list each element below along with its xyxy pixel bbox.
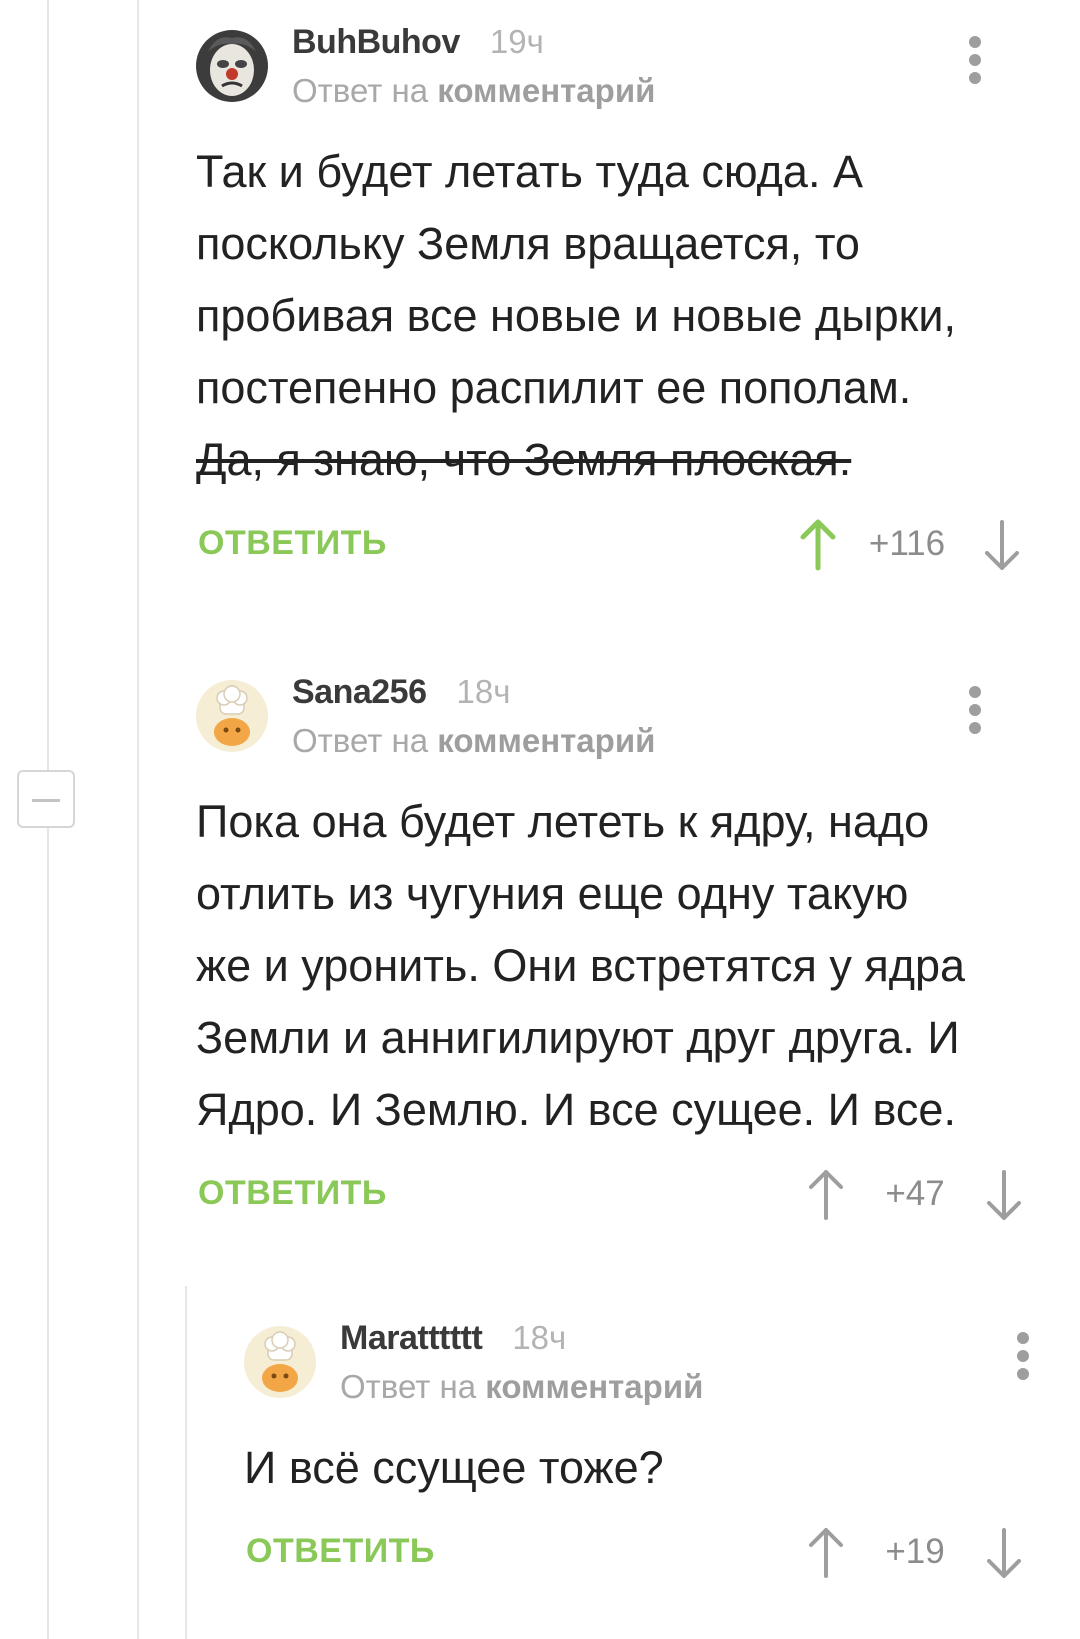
kebab-menu-icon[interactable] [1016,1332,1030,1380]
vote-score: +47 [885,1174,945,1213]
comment-body: И всё ссущее тоже? [244,1432,1044,1504]
username[interactable]: BuhBuhov 19ч [292,20,544,64]
strikethrough-line: Да, я знаю, что Земля плоская. [196,434,852,485]
comment-header: Sana256 18ч Ответ на комментарий [196,670,1044,759]
upvote-arrow-icon[interactable] [806,1168,846,1222]
upvote-arrow-icon[interactable] [798,518,838,572]
downvote-arrow-icon[interactable] [982,518,1022,572]
chef-avatar-icon[interactable] [244,1326,316,1398]
comment-line: Ядро. И Землю. И все сущее. И все. [196,1084,956,1135]
vote-controls: +19 [809,1522,1044,1586]
downvote-arrow-icon[interactable] [984,1526,1024,1580]
comment-line: отлить из чугуния еще одну такую [196,868,909,919]
clown-avatar-icon[interactable] [196,30,268,102]
timestamp: 19ч [489,23,544,60]
comment-sana256: Sana256 18ч Ответ на комментарий Пока она… [196,670,1044,1228]
comment-actions: ОТВЕТИТЬ +19 [244,1522,1044,1586]
vote-score: +19 [885,1532,945,1571]
vote-controls: +47 [809,1164,1044,1228]
chef-avatar-icon[interactable] [196,680,268,752]
reply-to-link[interactable]: комментарий [437,722,655,759]
comment-header: BuhBuhov 19ч Ответ на комментарий [196,20,1044,109]
comment-actions: ОТВЕТИТЬ +116 [196,514,1044,578]
timestamp: 18ч [456,673,511,710]
reply-to-label: Ответ на комментарий [292,72,656,109]
downvote-arrow-icon[interactable] [984,1168,1024,1222]
comment-header: Maratttttt 18ч Ответ на комментарий [244,1316,1044,1405]
collapse-thread-icon[interactable] [17,770,75,828]
comment-line: поскольку Земля вращается, то [196,218,860,269]
comment-line: Пока она будет лететь к ядру, надо [196,796,930,847]
comment-line: же и уронить. Они встретятся у ядра [196,940,966,991]
comment-line: Земли и аннигилируют друг друга. И [196,1012,960,1063]
thread-line-nested [185,1286,187,1639]
reply-to-label: Ответ на комментарий [292,722,656,759]
comment-maratttttt: Maratttttt 18ч Ответ на комментарий И всё… [244,1316,1044,1586]
reply-button[interactable]: ОТВЕТИТЬ [198,1174,387,1213]
username[interactable]: Sana256 18ч [292,670,510,714]
reply-to-link[interactable]: комментарий [485,1368,703,1405]
username[interactable]: Maratttttt 18ч [340,1316,566,1360]
vote-score: +116 [868,524,946,563]
comment-buhbuhov: BuhBuhov 19ч Ответ на комментарий Так и б… [196,20,1044,578]
comment-line: постепенно распилит ее пополам. [196,362,912,413]
upvote-arrow-icon[interactable] [806,1526,846,1580]
reply-button[interactable]: ОТВЕТИТЬ [198,524,387,563]
thread-line-inner [137,0,139,1639]
comment-body: Так и будет летать туда сюда. А поскольк… [196,136,1044,496]
reply-to-label: Ответ на комментарий [340,1368,704,1405]
reply-button[interactable]: ОТВЕТИТЬ [246,1532,435,1571]
comment-line: Так и будет летать туда сюда. А [196,146,863,197]
comment-actions: ОТВЕТИТЬ +47 [196,1164,1044,1228]
vote-controls: +116 [800,514,1044,578]
timestamp: 18ч [512,1319,567,1356]
comment-line: И всё ссущее тоже? [244,1442,664,1493]
comment-line: пробивая все новые и новые дырки, [196,290,956,341]
comment-body: Пока она будет лететь к ядру, надо отлит… [196,786,1044,1146]
reply-to-link[interactable]: комментарий [437,72,655,109]
kebab-menu-icon[interactable] [968,36,982,84]
kebab-menu-icon[interactable] [968,686,982,734]
